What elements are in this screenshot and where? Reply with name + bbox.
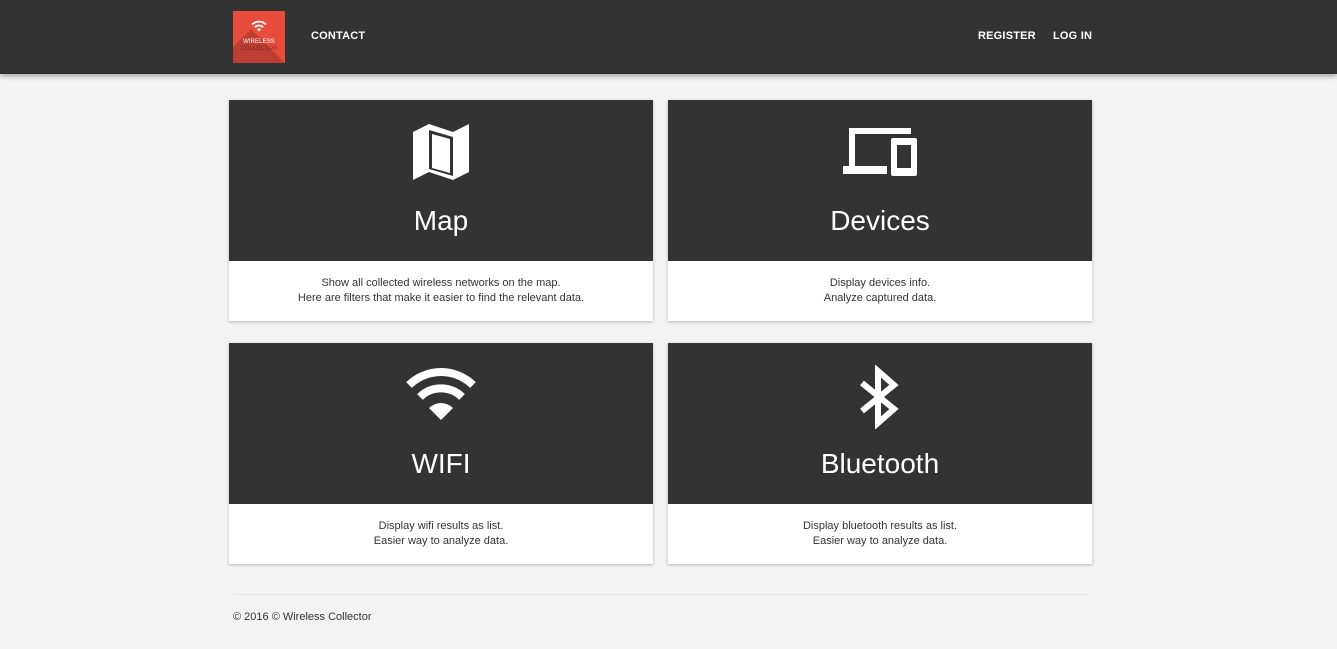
app-logo[interactable]: WIRELESS COLLECTOR: [233, 11, 285, 63]
nav-login-link[interactable]: LOG IN: [1053, 30, 1092, 42]
devices-card-description: Display devices info. Analyze captured d…: [668, 276, 1092, 306]
wifi-icon: [406, 368, 476, 420]
footer-divider: [233, 594, 1088, 595]
wifi-card-desc-line2: Easier way to analyze data.: [373, 535, 509, 547]
devices-card-desc-line2: Analyze captured data.: [823, 292, 937, 304]
wifi-card[interactable]: WIFI Display wifi results as list. Easie…: [229, 343, 653, 564]
wifi-card-desc-line1: Display wifi results as list.: [378, 520, 504, 532]
devices-card[interactable]: Devices Display devices info. Analyze ca…: [668, 100, 1092, 321]
nav-contact-link[interactable]: CONTACT: [311, 30, 365, 42]
logo-wifi-icon: [251, 20, 267, 32]
bluetooth-card-desc-line1: Display bluetooth results as list.: [802, 520, 958, 532]
devices-card-desc-line1: Display devices info.: [829, 277, 931, 289]
bluetooth-icon: [860, 365, 899, 429]
map-card-desc-line2: Here are filters that make it easier to …: [297, 292, 585, 304]
top-navbar: WIRELESS COLLECTOR CONTACT REGISTER LOG …: [0, 0, 1337, 74]
footer-copyright: © 2016 © Wireless Collector: [233, 611, 372, 623]
devices-icon: [843, 128, 917, 176]
logo-text: WIRELESS: [243, 39, 275, 45]
map-card-header: Map: [229, 100, 653, 261]
map-card[interactable]: Map Show all collected wireless networks…: [229, 100, 653, 321]
nav-register-link[interactable]: REGISTER: [978, 30, 1036, 42]
wifi-card-description: Display wifi results as list. Easier way…: [229, 519, 653, 549]
bluetooth-card-description: Display bluetooth results as list. Easie…: [668, 519, 1092, 549]
bluetooth-card-desc-line2: Easier way to analyze data.: [812, 535, 948, 547]
bluetooth-card-header: Bluetooth: [668, 343, 1092, 504]
devices-card-header: Devices: [668, 100, 1092, 261]
map-card-description: Show all collected wireless networks on …: [229, 276, 653, 306]
bluetooth-card-title: Bluetooth: [820, 448, 940, 479]
map-card-title: Map: [413, 205, 469, 236]
logo-subtext: COLLECTOR: [240, 46, 278, 52]
devices-card-title: Devices: [830, 205, 930, 236]
map-icon: [413, 124, 469, 180]
map-card-desc-line1: Show all collected wireless networks on …: [321, 277, 561, 289]
bluetooth-card[interactable]: Bluetooth Display bluetooth results as l…: [668, 343, 1092, 564]
wifi-card-title: WIFI: [411, 448, 471, 479]
wifi-card-header: WIFI: [229, 343, 653, 504]
